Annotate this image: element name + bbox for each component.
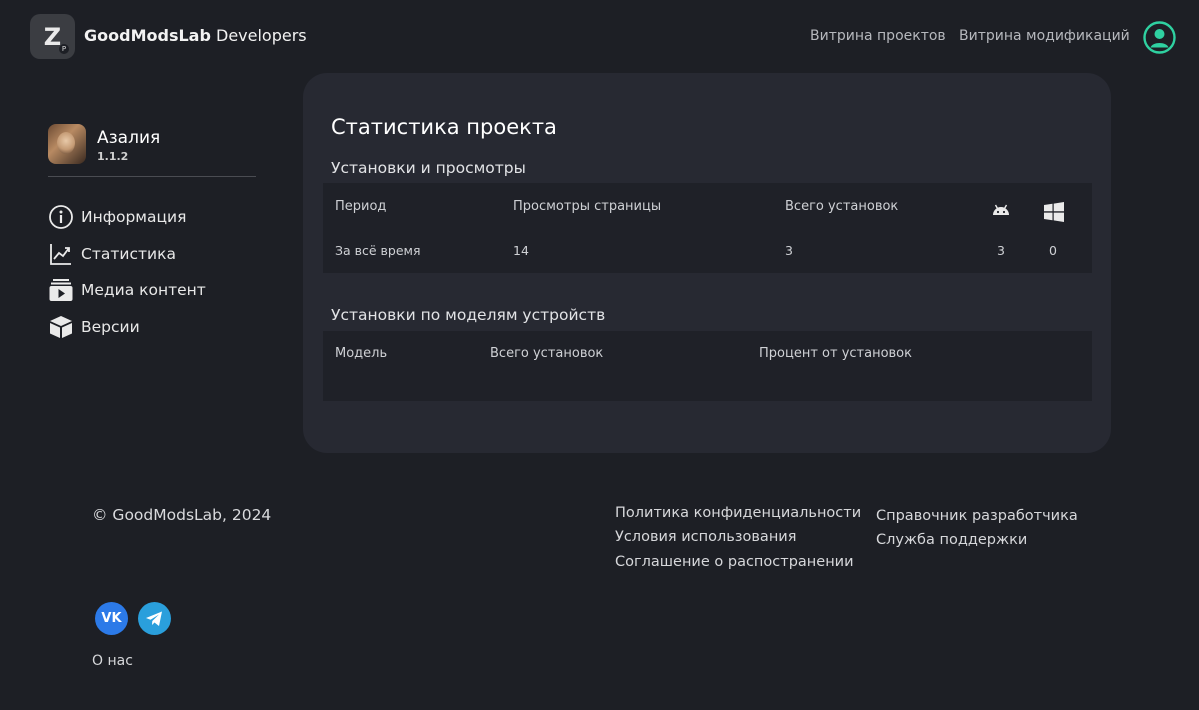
app-logo[interactable]: Z P xyxy=(30,14,75,59)
project-name: Азалия xyxy=(97,128,161,148)
chart-line-icon xyxy=(48,241,74,267)
installs-section-title: Установки и просмотры xyxy=(331,159,526,177)
row-period: За всё время xyxy=(335,243,421,258)
col-device-total-installs: Всего установок xyxy=(490,346,604,361)
user-circle-icon xyxy=(1143,21,1176,54)
android-icon xyxy=(991,201,1011,221)
devices-table: Модель Всего установок Процент от устано… xyxy=(323,331,1092,401)
nav-projects-showcase[interactable]: Витрина проектов xyxy=(810,28,946,44)
row-page-views: 14 xyxy=(513,243,529,258)
sidebar-divider xyxy=(48,176,256,177)
telegram-icon[interactable] xyxy=(138,602,171,635)
sidebar-item-info[interactable]: Информация xyxy=(48,199,258,236)
sidebar-item-label: Медиа контент xyxy=(81,281,206,300)
col-period: Период xyxy=(335,199,387,214)
logo-glyph: Z xyxy=(43,22,62,51)
brand-rest: Developers xyxy=(216,26,307,45)
sidebar-item-media[interactable]: Медиа контент xyxy=(48,272,258,309)
project-avatar xyxy=(48,124,86,164)
col-page-views: Просмотры страницы xyxy=(513,199,662,214)
info-icon xyxy=(48,204,74,230)
footer-link-terms[interactable]: Условия использования xyxy=(615,529,796,545)
footer-link-distribution[interactable]: Соглашение о распостранении xyxy=(615,554,854,570)
sidebar-item-label: Версии xyxy=(81,317,140,336)
footer-link-about[interactable]: О нас xyxy=(92,653,133,669)
top-bar: Z P GoodModsLab Developers Витрина проек… xyxy=(0,0,1199,72)
box-icon xyxy=(48,314,74,340)
footer-copyright: © GoodModsLab, 2024 xyxy=(92,506,272,524)
row-android-installs: 3 xyxy=(997,243,1005,258)
profile-button[interactable] xyxy=(1143,21,1176,54)
brand-strong: GoodModsLab xyxy=(84,26,211,45)
col-total-installs: Всего установок xyxy=(785,199,899,214)
devices-section-title: Установки по моделям устройств xyxy=(331,306,606,324)
footer-link-privacy[interactable]: Политика конфиденциальности xyxy=(615,505,861,521)
row-total-installs: 3 xyxy=(785,243,793,258)
col-install-percent: Процент от установок xyxy=(759,346,912,361)
page-title: Статистика проекта xyxy=(331,115,557,139)
brand-title[interactable]: GoodModsLab Developers xyxy=(84,26,307,45)
project-header: Азалия 1.1.2 xyxy=(48,120,258,176)
sidebar-item-label: Статистика xyxy=(81,244,176,263)
sidebar-item-label: Информация xyxy=(81,208,187,227)
telegram-plane-glyph xyxy=(146,611,162,626)
row-windows-installs: 0 xyxy=(1049,243,1057,258)
project-version: 1.1.2 xyxy=(97,150,129,163)
installs-table: Период Просмотры страницы Всего установо… xyxy=(323,183,1092,273)
nav-mods-showcase[interactable]: Витрина модификаций xyxy=(959,28,1130,44)
media-play-icon xyxy=(48,277,74,303)
windows-icon xyxy=(1044,202,1064,226)
sidebar: Азалия 1.1.2 Информация Статистика Медиа… xyxy=(48,120,258,345)
sidebar-item-versions[interactable]: Версии xyxy=(48,309,258,346)
col-model: Модель xyxy=(335,346,388,361)
logo-badge: P xyxy=(59,44,69,54)
footer-link-support[interactable]: Служба поддержки xyxy=(876,532,1027,548)
sidebar-menu: Информация Статистика Медиа контент Верс… xyxy=(48,199,258,345)
sidebar-item-statistics[interactable]: Статистика xyxy=(48,236,258,273)
footer-link-dev-reference[interactable]: Справочник разработчика xyxy=(876,508,1078,524)
vk-label: VK xyxy=(101,611,122,626)
statistics-card: Статистика проекта Установки и просмотры… xyxy=(303,73,1111,453)
vk-icon[interactable]: VK xyxy=(95,602,128,635)
